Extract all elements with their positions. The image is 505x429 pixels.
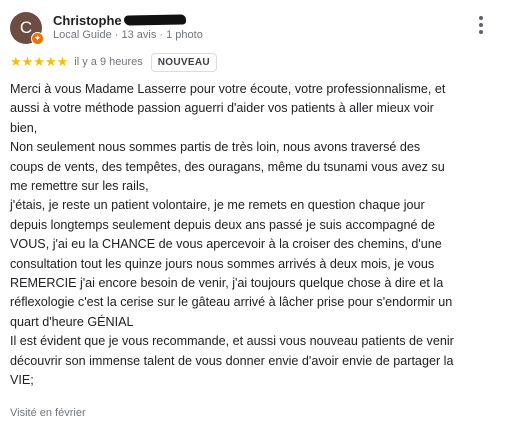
rating-row: ★★★★★ il y a 9 heures NOUVEAU: [10, 52, 217, 72]
reviewer-name-row[interactable]: Christophe: [53, 11, 186, 29]
review-line: coups de vents, des tempêtes, des ouraga…: [10, 159, 445, 174]
review-line: me remettre sur les rails,: [10, 179, 149, 194]
more-vert-icon[interactable]: [476, 14, 486, 40]
review-line: découvrir son immense talent de vous don…: [10, 353, 454, 368]
new-badge: NOUVEAU: [150, 52, 217, 72]
visited-date: Visité en février: [10, 407, 86, 419]
review-line: réflexologie c'est la cerise sur le gâte…: [10, 295, 453, 310]
review-line: quart d'heure GÉNIAL: [10, 314, 134, 329]
review-line: VOUS, j'ai eu la CHANCE de vous apercevo…: [10, 237, 442, 252]
review-line: Il est évident que je vous recommande, e…: [10, 334, 454, 349]
review-card: C ✦ Christophe Local Guide · 13 avis · 1…: [0, 0, 505, 429]
review-time: il y a 9 heures: [74, 56, 143, 68]
review-line: aussi à votre méthode passion aguerri d'…: [10, 101, 434, 116]
review-line: Non seulement nous sommes partis de très…: [10, 140, 421, 155]
reviewer-meta: Local Guide · 13 avis · 1 photo: [53, 29, 203, 41]
review-line: depuis longtemps seulement depuis deux a…: [10, 217, 435, 232]
review-line: Merci à vous Madame Lasserre pour votre …: [10, 82, 446, 96]
review-line: REMERCIE j'ai encore besoin de venir, j'…: [10, 276, 444, 291]
review-line: VIE;: [10, 373, 34, 388]
local-guide-badge-icon: ✦: [31, 32, 44, 45]
review-line: bien,: [10, 120, 38, 135]
review-line: j'étais, je reste un patient volontaire,…: [10, 198, 425, 213]
review-line: consultation tout les quinze jours nous …: [10, 256, 435, 271]
name-redaction: [123, 14, 186, 26]
reviewer-name[interactable]: Christophe: [53, 13, 122, 28]
review-text: Merci à vous Madame Lasserre pour votre …: [10, 80, 500, 391]
star-rating-icon: ★★★★★: [10, 54, 69, 69]
